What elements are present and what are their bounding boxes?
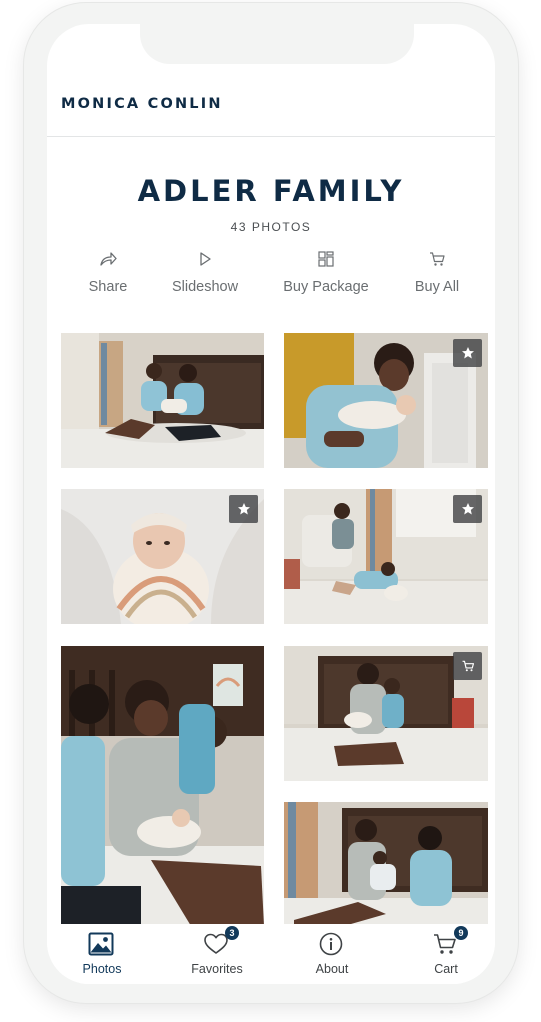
image-icon: [88, 932, 114, 956]
gallery-photo[interactable]: [284, 333, 488, 468]
package-icon: [318, 251, 334, 267]
play-icon: [200, 252, 211, 266]
cart-badge[interactable]: [453, 652, 482, 680]
star-icon: [237, 503, 250, 515]
star-icon: [461, 503, 474, 515]
header-divider: [47, 136, 495, 137]
tab-photos[interactable]: Photos: [52, 932, 152, 976]
tab-about-label: About: [315, 962, 349, 976]
gallery-photo[interactable]: [284, 802, 488, 926]
bottom-tab-bar: Photos 3 Favorites About 9 Cart: [47, 924, 495, 984]
gallery-title: ADLER FAMILY: [137, 174, 405, 208]
brand-logo[interactable]: MONICA CONLIN: [61, 96, 223, 112]
buy-all-label: Buy All: [414, 279, 460, 295]
favorite-badge[interactable]: [453, 339, 482, 367]
tab-favorites[interactable]: 3 Favorites: [167, 926, 267, 976]
photo-family-bed-2: [284, 802, 488, 926]
gallery-photo[interactable]: [284, 646, 488, 781]
favorite-badge[interactable]: [453, 495, 482, 523]
share-label: Share: [88, 279, 128, 295]
tab-favorites-label: Favorites: [191, 962, 243, 976]
tab-cart-label: Cart: [434, 962, 458, 976]
share-button[interactable]: Share: [84, 250, 132, 295]
tab-about[interactable]: About: [282, 932, 382, 976]
photo-family-bed: [61, 646, 264, 926]
favorite-badge[interactable]: [229, 495, 258, 523]
slideshow-label: Slideshow: [171, 279, 239, 295]
gallery-photo[interactable]: [61, 333, 264, 468]
photo-family-floor: [61, 333, 264, 468]
tab-photos-label: Photos: [82, 962, 122, 976]
buy-package-button[interactable]: Buy Package: [281, 250, 371, 295]
gallery-actions: Share Slideshow Buy Package Buy All: [47, 250, 495, 310]
info-icon: [319, 932, 343, 956]
tab-cart[interactable]: 9 Cart: [396, 926, 495, 976]
cart-count-badge: 9: [454, 926, 468, 940]
gallery-photo[interactable]: [284, 489, 488, 624]
cart-icon: [462, 660, 474, 672]
app-screen: MONICA CONLIN ADLER FAMILY 43 PHOTOS Sha…: [47, 24, 495, 984]
buy-all-button[interactable]: Buy All: [406, 250, 468, 295]
favorites-count-badge: 3: [225, 926, 239, 940]
cart-icon: [430, 252, 445, 266]
phone-notch: [140, 24, 414, 64]
photo-count: 43 PHOTOS: [230, 220, 312, 234]
buy-package-label: Buy Package: [283, 279, 369, 295]
slideshow-button[interactable]: Slideshow: [165, 250, 245, 295]
gallery-photo[interactable]: [61, 646, 264, 926]
share-icon: [100, 252, 117, 266]
gallery-photo[interactable]: [61, 489, 264, 624]
star-icon: [461, 347, 474, 359]
